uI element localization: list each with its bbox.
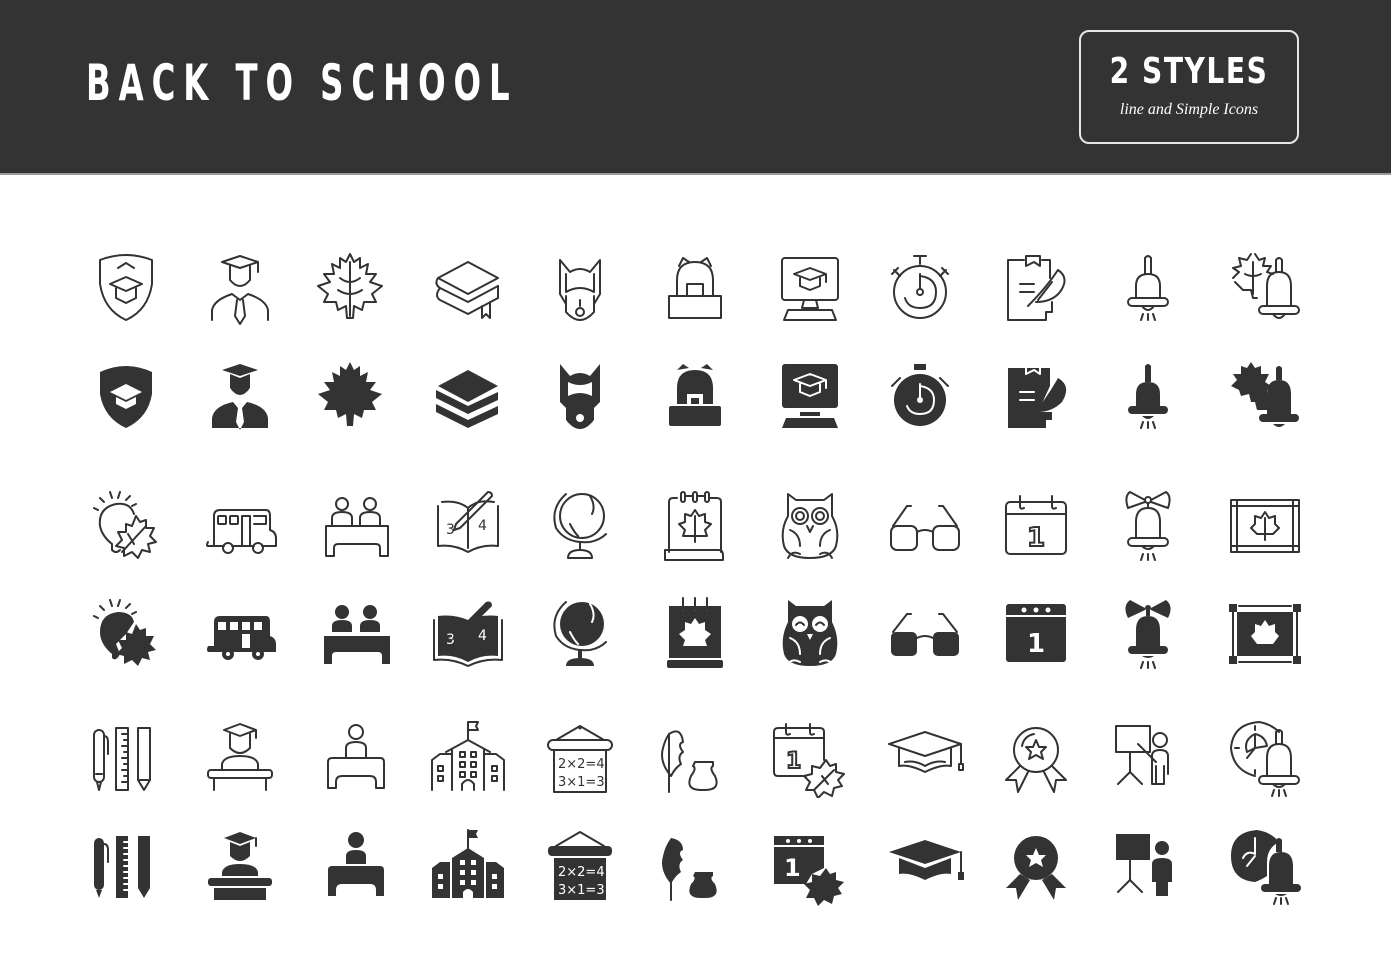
autumn-calendar-filled-icon: [655, 594, 735, 674]
calendar-1-leaf-filled-icon: 1: [770, 826, 850, 906]
stopwatch-icon: [880, 248, 960, 328]
school-bus-icon: [200, 486, 280, 566]
open-book-math-filled-icon: 34: [428, 594, 508, 674]
open-book-math-icon: 34: [428, 486, 508, 566]
math-board-line1: 2×2=4: [558, 757, 605, 772]
math-board-filled-icon: 2×2=4 3×1=3: [540, 826, 620, 906]
calendar-number: 1: [1027, 523, 1045, 553]
styles-badge: 2 STYLES line and Simple Icons: [1079, 30, 1299, 144]
students-at-desk-filled-icon: [318, 594, 398, 674]
maple-leaf-icon: [310, 248, 390, 328]
school-bus-filled-icon: [200, 594, 280, 674]
header-banner: BACK TO SCHOOL 2 STYLES line and Simple …: [0, 0, 1391, 175]
leaf-and-bell-icon: [1225, 248, 1305, 328]
math-board-icon: 2×2=4 3×1=3: [540, 718, 620, 798]
idea-bulb-leaf-filled-icon: [86, 594, 166, 674]
school-bell-filled-icon: [1108, 356, 1188, 436]
school-backpack-filled-icon: [655, 356, 735, 436]
calendar-leaf-number: 1: [786, 749, 801, 774]
glasses-filled-icon: [885, 594, 965, 674]
math-board-line2-filled: 3×1=3: [558, 883, 605, 898]
book-number-right: 4: [478, 518, 487, 534]
book-number-right-filled: 4: [478, 628, 487, 644]
math-board-line2: 3×1=3: [558, 775, 605, 790]
graduate-podium-filled-icon: [200, 826, 280, 906]
glasses-icon: [885, 486, 965, 566]
backpack-front-filled-icon: [540, 356, 620, 436]
award-medal-icon: [996, 718, 1076, 798]
calendar-day-1-filled-icon: 1: [996, 594, 1076, 674]
student-at-desk-filled-icon: [318, 826, 398, 906]
badge-subtitle: line and Simple Icons: [1119, 101, 1259, 118]
quill-inkwell-filled-icon: [655, 826, 735, 906]
quill-inkwell-icon: [655, 718, 735, 798]
teacher-whiteboard-icon: [1108, 718, 1188, 798]
math-board-line1-filled: 2×2=4: [558, 865, 605, 880]
owl-filled-icon: [770, 594, 850, 674]
bell-with-bow-filled-icon: [1108, 594, 1188, 674]
globe-filled-icon: [540, 594, 620, 674]
owl-icon: [770, 486, 850, 566]
autumn-calendar-icon: [655, 486, 735, 566]
clock-bell-filled-icon: [1225, 826, 1305, 906]
framed-leaf-icon: [1225, 486, 1305, 566]
pen-ruler-pencil-filled-icon: [86, 826, 166, 906]
page-title: BACK TO SCHOOL: [86, 54, 518, 112]
stopwatch-filled-icon: [880, 356, 960, 436]
graduation-cap-filled-icon: [885, 826, 965, 906]
graduate-student-filled-icon: [200, 356, 280, 436]
school-building-icon: [428, 718, 508, 798]
calendar-leaf-number-filled: 1: [784, 854, 801, 882]
calendar-1-leaf-icon: 1: [770, 718, 850, 798]
online-education-monitor-icon: [770, 248, 850, 328]
clipboard-quill-icon: [994, 248, 1074, 328]
shield-graduation-cap-filled-icon: [86, 356, 166, 436]
award-medal-filled-icon: [996, 826, 1076, 906]
school-bell-icon: [1108, 248, 1188, 328]
students-at-desk-icon: [318, 486, 398, 566]
book-number-left-filled: 3: [446, 632, 455, 648]
student-at-desk-icon: [318, 718, 398, 798]
clipboard-quill-filled-icon: [994, 356, 1074, 436]
calendar-day-1-icon: 1: [996, 486, 1076, 566]
book-stack-icon: [428, 248, 508, 328]
leaf-and-bell-filled-icon: [1225, 356, 1305, 436]
clock-bell-icon: [1225, 718, 1305, 798]
teacher-whiteboard-filled-icon: [1108, 826, 1188, 906]
school-backpack-icon: [655, 248, 735, 328]
shield-graduation-cap-icon: [86, 248, 166, 328]
online-education-monitor-filled-icon: [770, 356, 850, 436]
graduate-podium-icon: [200, 718, 280, 798]
book-stack-filled-icon: [428, 356, 508, 436]
backpack-front-icon: [540, 248, 620, 328]
pen-ruler-pencil-icon: [86, 718, 166, 798]
framed-leaf-filled-icon: [1225, 594, 1305, 674]
school-building-filled-icon: [428, 826, 508, 906]
idea-bulb-leaf-icon: [86, 486, 166, 566]
graduation-cap-icon: [885, 718, 965, 798]
maple-leaf-filled-icon: [310, 356, 390, 436]
globe-icon: [540, 486, 620, 566]
badge-title: 2 STYLES: [1109, 51, 1269, 92]
bell-with-bow-icon: [1108, 486, 1188, 566]
calendar-number-filled: 1: [1027, 629, 1045, 659]
graduate-student-icon: [200, 248, 280, 328]
